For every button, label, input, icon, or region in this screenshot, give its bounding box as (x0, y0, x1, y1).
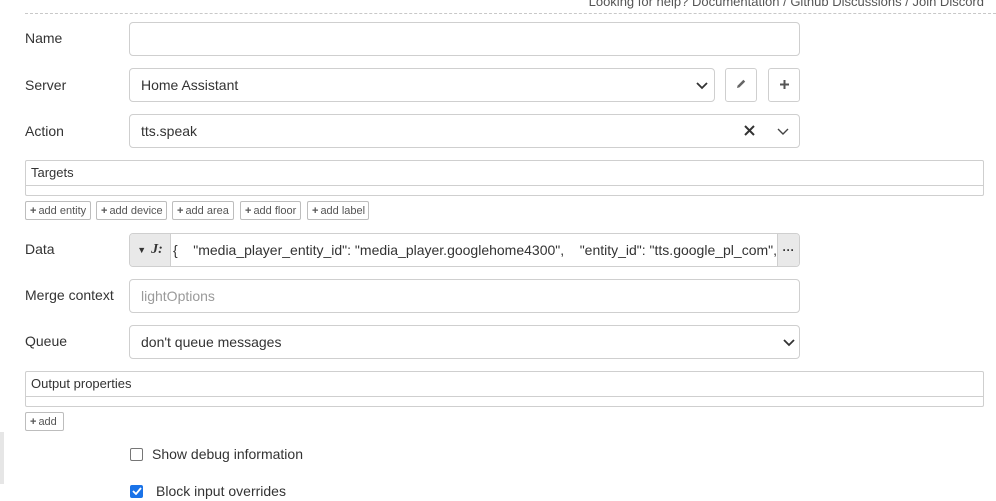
documentation-link[interactable]: Documentation (692, 0, 779, 9)
plus-icon: + (30, 415, 37, 428)
queue-label: Queue (25, 333, 68, 349)
scroll-edge (0, 432, 4, 484)
queue-select[interactable]: don't queue messages (129, 325, 800, 359)
block-input-row: Block input overrides (130, 483, 286, 499)
help-bar: Looking for help? Documentation / Github… (25, 0, 996, 14)
server-label: Server (25, 77, 67, 93)
block-input-checkbox[interactable] (130, 484, 143, 498)
data-input[interactable]: ▼ J: { "media_player_entity_id": "media_… (129, 233, 800, 267)
pencil-icon (735, 77, 747, 93)
targets-title: Targets (31, 165, 74, 180)
plus-icon: + (101, 204, 108, 217)
show-debug-checkbox[interactable] (130, 447, 143, 461)
data-json-value: { "media_player_entity_id": "media_playe… (173, 242, 778, 258)
help-prefix: Looking for help? (588, 0, 689, 9)
plus-icon (779, 77, 790, 93)
merge-context-label: Merge context (25, 287, 114, 303)
add-label-button[interactable]: + add label (307, 201, 369, 220)
plus-icon: + (312, 204, 319, 217)
jsonata-icon: J: (151, 242, 163, 257)
show-debug-row: Show debug information (130, 446, 303, 462)
add-server-button[interactable] (768, 68, 800, 102)
plus-icon: + (177, 204, 184, 217)
merge-context-input[interactable]: lightOptions (129, 279, 800, 313)
more-icon[interactable]: ··· (777, 234, 799, 266)
output-properties-box: Output properties (25, 371, 984, 407)
chevron-down-icon (783, 334, 795, 350)
chevron-down-icon[interactable] (777, 123, 789, 139)
edit-server-button[interactable] (725, 68, 757, 102)
output-properties-title: Output properties (31, 376, 132, 391)
action-label: Action (25, 123, 64, 139)
add-output-button[interactable]: + add (25, 412, 64, 431)
action-combobox[interactable]: tts.speak (129, 114, 800, 148)
plus-icon: + (245, 204, 252, 217)
name-input[interactable] (129, 22, 800, 56)
plus-icon: + (30, 204, 37, 217)
data-type-selector[interactable]: ▼ J: (130, 234, 171, 266)
block-input-label: Block input overrides (156, 483, 286, 499)
targets-box: Targets (25, 160, 984, 196)
merge-context-placeholder: lightOptions (141, 288, 215, 304)
join-discord-link[interactable]: Join Discord (912, 0, 984, 9)
caret-down-icon: ▼ (137, 245, 147, 255)
add-floor-button[interactable]: + add floor (240, 201, 301, 220)
add-device-button[interactable]: + add device (96, 201, 167, 220)
server-select[interactable]: Home Assistant (129, 68, 715, 102)
chevron-down-icon (696, 77, 708, 93)
add-area-button[interactable]: + add area (172, 201, 234, 220)
name-label: Name (25, 30, 63, 46)
github-discussions-link[interactable]: Github Discussions (790, 0, 901, 9)
show-debug-label: Show debug information (152, 446, 303, 462)
add-entity-button[interactable]: + add entity (25, 201, 91, 220)
clear-icon[interactable] (744, 123, 755, 139)
checkmark-icon (131, 487, 142, 495)
data-label: Data (25, 241, 55, 257)
